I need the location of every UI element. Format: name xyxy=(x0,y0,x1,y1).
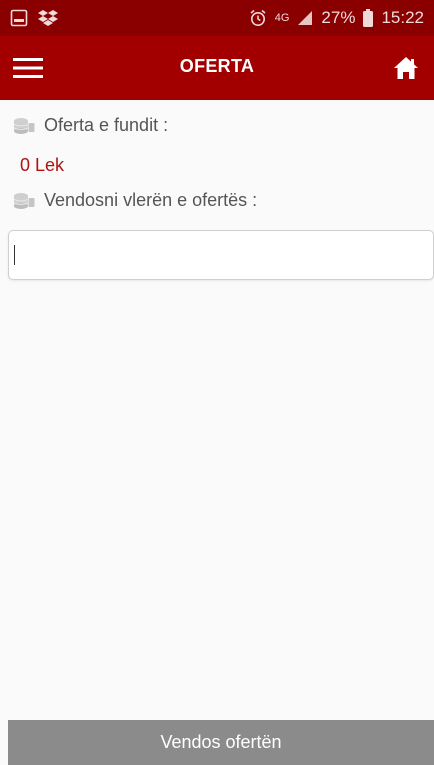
battery-icon xyxy=(363,9,374,27)
submit-offer-button[interactable]: Vendos ofertën xyxy=(8,720,434,765)
dropbox-icon xyxy=(38,9,58,27)
offer-input-container xyxy=(8,230,434,280)
network-type: 4G xyxy=(274,12,290,24)
status-bar: 4G 27% 15:22 xyxy=(0,0,434,36)
coins-icon xyxy=(12,117,36,135)
submit-offer-label: Vendos ofertën xyxy=(160,732,282,752)
last-offer-label-row: Oferta e fundit : xyxy=(12,115,168,136)
page-title: OFERTA xyxy=(179,56,255,76)
battery-percent: 27% xyxy=(321,8,356,27)
image-icon xyxy=(10,9,28,27)
enter-offer-label: Vendosni vlerën e ofertës : xyxy=(44,190,258,210)
app-bar: OFERTA xyxy=(0,36,434,100)
offer-content: Oferta e fundit : 0 Lek Vendosni vlerën … xyxy=(0,100,434,720)
coins-icon xyxy=(12,192,36,210)
offer-value-input[interactable] xyxy=(9,231,433,279)
home-icon[interactable] xyxy=(390,52,422,84)
signal-icon xyxy=(297,10,313,26)
last-offer-value: 0 Lek xyxy=(20,155,65,175)
status-right: 4G 27% 15:22 xyxy=(249,8,424,28)
clock: 15:22 xyxy=(381,8,424,27)
alarm-icon xyxy=(249,9,267,27)
enter-offer-label-row: Vendosni vlerën e ofertës : xyxy=(12,190,257,211)
status-left-icons xyxy=(10,9,58,27)
last-offer-label: Oferta e fundit : xyxy=(44,115,169,135)
